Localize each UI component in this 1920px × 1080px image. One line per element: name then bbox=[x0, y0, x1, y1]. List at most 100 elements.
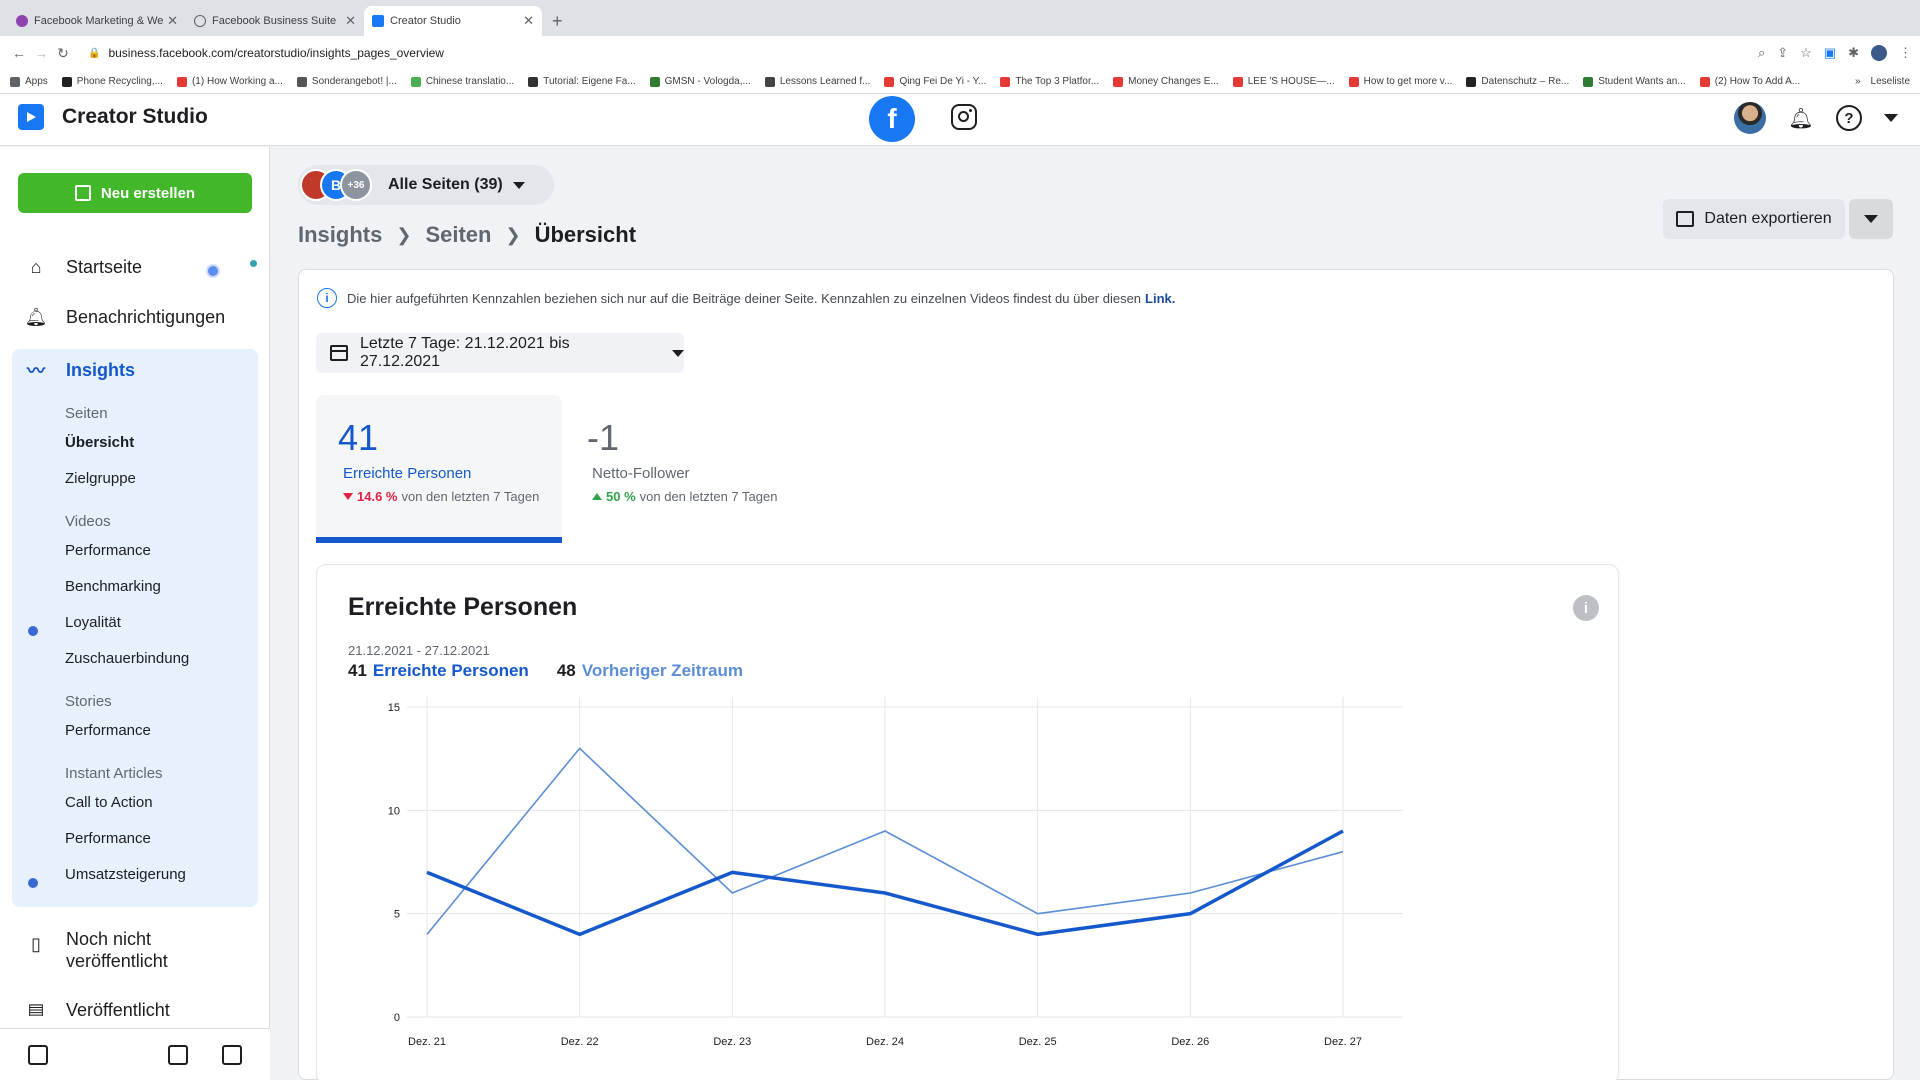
avatar[interactable] bbox=[1734, 102, 1766, 134]
bookmark-item[interactable]: Sonderangebot! |... bbox=[296, 76, 397, 87]
metric-label: Erreichte Personen bbox=[343, 465, 472, 482]
breadcrumb-insights[interactable]: Insights bbox=[298, 222, 382, 248]
y-tick-label: 0 bbox=[394, 1012, 400, 1024]
sidebar-item-published[interactable]: ▤ Veröffentlicht bbox=[24, 1000, 170, 1016]
sidebar-subitem-loyalty[interactable]: Loyalität bbox=[65, 614, 121, 631]
sidebar-subitem-retention[interactable]: Zuschauerbindung bbox=[65, 650, 189, 667]
bookmark-item[interactable]: Chinese translatio... bbox=[410, 76, 514, 87]
book-icon[interactable] bbox=[222, 1044, 242, 1065]
tab-favicon bbox=[16, 15, 28, 27]
back-icon[interactable]: ← bbox=[8, 45, 30, 61]
share-icon[interactable]: ⇪ bbox=[1777, 45, 1788, 61]
sidebar-item-notifications[interactable]: 🔔︎ Benachrichtigungen bbox=[24, 307, 226, 328]
creator-studio-icon bbox=[18, 104, 44, 130]
bookmark-icon bbox=[884, 76, 895, 87]
sidebar-subitem-benchmarking[interactable]: Benchmarking bbox=[65, 578, 161, 595]
create-new-button[interactable]: Neu erstellen bbox=[18, 173, 252, 213]
more-bookmarks-icon[interactable]: » bbox=[1855, 76, 1861, 87]
extensions-icon[interactable]: ✱ bbox=[1848, 45, 1859, 61]
compose-icon bbox=[74, 185, 91, 201]
bookmark-item[interactable]: Money Changes E... bbox=[1113, 76, 1219, 87]
sidebar-subitem-call-to-action[interactable]: Call to Action bbox=[65, 794, 153, 811]
bookmark-item[interactable]: Student Wants an... bbox=[1583, 76, 1686, 87]
collapse-sidebar-icon[interactable] bbox=[28, 1044, 48, 1065]
close-icon[interactable]: ✕ bbox=[523, 13, 534, 29]
bookmark-item[interactable]: LEE 'S HOUSE—... bbox=[1232, 76, 1335, 87]
bookmark-item[interactable]: (1) How Working a... bbox=[176, 76, 283, 87]
close-icon[interactable]: ✕ bbox=[167, 13, 178, 29]
menu-icon[interactable]: ⋮ bbox=[1899, 45, 1912, 61]
sidebar-footer bbox=[0, 1028, 270, 1080]
bookmark-label: Tutorial: Eigene Fa... bbox=[543, 76, 636, 87]
url-field[interactable]: 🔒 business.facebook.com/creatorstudio/in… bbox=[88, 46, 1758, 60]
chevron-down-icon[interactable] bbox=[1884, 114, 1898, 122]
sidebar-item-home[interactable]: ⌂ Startseite bbox=[24, 257, 142, 278]
sidebar-subitem-audience[interactable]: Zielgruppe bbox=[65, 470, 136, 487]
browser-tab-active[interactable]: Creator Studio ✕ bbox=[364, 6, 542, 36]
bookmark-item[interactable]: Datenschutz – Re... bbox=[1466, 76, 1569, 87]
bookmark-icon bbox=[1000, 76, 1011, 87]
bookmark-icon bbox=[649, 76, 660, 87]
help-icon[interactable]: ? bbox=[1836, 105, 1862, 131]
notice-link[interactable]: Link. bbox=[1145, 291, 1175, 306]
sidebar-item-label: Veröffentlicht bbox=[66, 1000, 170, 1016]
insights-chart-icon: 〰 bbox=[27, 361, 45, 381]
sidebar-subitem-ia-performance[interactable]: Performance bbox=[65, 830, 151, 847]
bookmark-item[interactable]: Lessons Learned f... bbox=[764, 76, 870, 87]
brand[interactable]: Creator Studio bbox=[18, 104, 208, 130]
delta-value: 14.6 % bbox=[357, 489, 398, 504]
instagram-icon[interactable] bbox=[951, 104, 977, 130]
avatar: +36 bbox=[340, 169, 372, 201]
star-icon[interactable]: ☆ bbox=[1800, 45, 1812, 61]
breadcrumb-pages[interactable]: Seiten bbox=[425, 222, 491, 248]
bookmark-item[interactable]: Tutorial: Eigene Fa... bbox=[528, 76, 636, 87]
home-icon: ⌂ bbox=[30, 257, 42, 277]
bookmark-item[interactable]: Qing Fei De Yi - Y... bbox=[884, 76, 986, 87]
sidebar-item-insights[interactable]: 〰 Insights bbox=[24, 357, 135, 383]
info-notice: i Die hier aufgeführten Kennzahlen bezie… bbox=[317, 288, 1175, 308]
bookmark-item[interactable]: Phone Recycling,... bbox=[61, 76, 163, 87]
reading-list[interactable]: » Leseliste bbox=[1855, 76, 1910, 87]
tab-label: Facebook Business Suite bbox=[212, 15, 337, 27]
x-tick-label: Dez. 23 bbox=[713, 1036, 751, 1048]
bookmark-icon bbox=[764, 76, 775, 87]
app-header: Creator Studio f 🔔︎ ? bbox=[0, 94, 1920, 146]
reload-icon[interactable]: ↻ bbox=[52, 45, 74, 62]
new-tab-icon[interactable]: + bbox=[552, 11, 563, 32]
export-data-button[interactable]: Daten exportieren bbox=[1663, 199, 1845, 239]
date-range-picker[interactable]: Letzte 7 Tage: 21.12.2021 bis 27.12.2021 bbox=[316, 333, 684, 373]
browser-tab[interactable]: Facebook Marketing & Werbe... ✕ bbox=[8, 6, 186, 36]
sidebar-subitem-revenue[interactable]: Umsatzsteigerung bbox=[65, 866, 186, 883]
zoom-icon[interactable]: ⌕ bbox=[1758, 45, 1765, 61]
bookmark-item[interactable]: (2) How To Add A... bbox=[1699, 76, 1800, 87]
facebook-extension-icon[interactable]: ▣ bbox=[1824, 45, 1836, 61]
breadcrumb: Insights ❯ Seiten ❯ Übersicht bbox=[298, 222, 636, 248]
sidebar-item-unpublished[interactable]: ▯ Noch nicht veröffentlicht bbox=[24, 928, 206, 972]
sidebar-subitem-overview[interactable]: Übersicht bbox=[65, 434, 134, 451]
delta-text: von den letzten 7 Tagen bbox=[639, 489, 778, 504]
delta-value: 50 % bbox=[606, 489, 636, 504]
bell-icon[interactable]: 🔔︎ bbox=[1788, 105, 1814, 131]
sidebar-subitem-stories-performance[interactable]: Performance bbox=[65, 722, 151, 739]
page-selector[interactable]: B +36 Alle Seiten (39) bbox=[298, 165, 554, 205]
bookmark-icon bbox=[10, 76, 20, 87]
bookmark-icon bbox=[296, 76, 307, 87]
facebook-icon[interactable]: f bbox=[869, 96, 915, 142]
profile-avatar[interactable] bbox=[1871, 45, 1887, 61]
sidebar-subitem-video-performance[interactable]: Performance bbox=[65, 542, 151, 559]
breadcrumb-current: Übersicht bbox=[534, 222, 637, 247]
bookmark-item[interactable]: The Top 3 Platfor... bbox=[1000, 76, 1099, 87]
metric-tab-reach[interactable]: 41 Erreichte Personen 14.6 % von den let… bbox=[316, 395, 562, 543]
bookmark-item[interactable]: Apps bbox=[10, 76, 48, 87]
forward-icon[interactable]: → bbox=[30, 45, 52, 61]
bookmark-item[interactable]: GMSN - Vologda,... bbox=[649, 76, 751, 87]
close-icon[interactable]: ✕ bbox=[345, 13, 356, 29]
bookmark-item[interactable]: How to get more v... bbox=[1348, 76, 1452, 87]
bookmark-label: The Top 3 Platfor... bbox=[1015, 76, 1100, 87]
more-options-button[interactable] bbox=[1849, 199, 1893, 239]
browser-tab[interactable]: Facebook Business Suite ✕ bbox=[186, 6, 364, 36]
table-icon[interactable] bbox=[168, 1044, 188, 1065]
metric-tab-net-followers[interactable]: -1 Netto-Follower 50 % von den letzten 7… bbox=[565, 395, 805, 543]
tab-label: Creator Studio bbox=[390, 15, 461, 27]
insights-card: i Die hier aufgeführten Kennzahlen bezie… bbox=[298, 269, 1894, 1080]
